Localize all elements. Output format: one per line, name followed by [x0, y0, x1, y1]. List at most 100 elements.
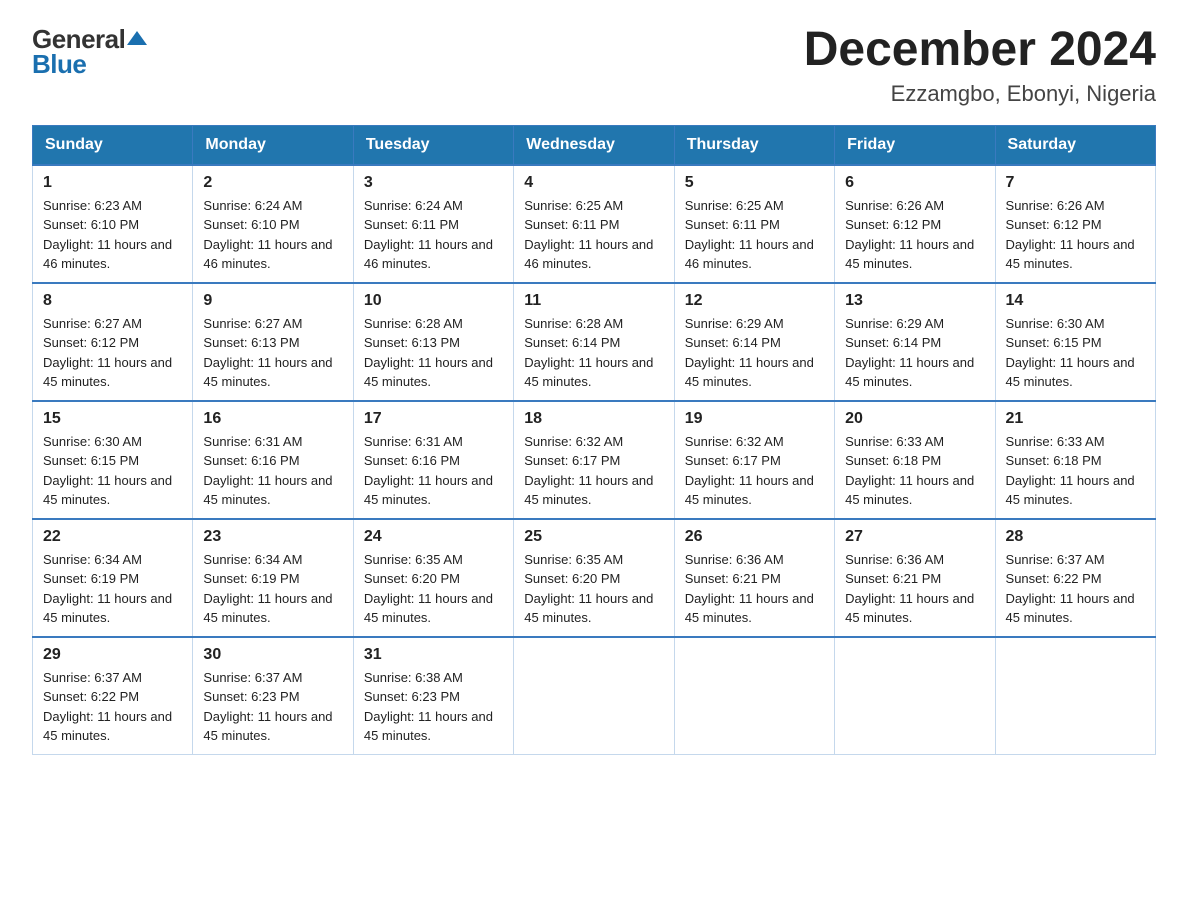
day-info: Sunrise: 6:32 AMSunset: 6:17 PMDaylight:…: [685, 434, 814, 508]
day-info: Sunrise: 6:27 AMSunset: 6:13 PMDaylight:…: [203, 316, 332, 390]
page-header: General Blue December 2024 Ezzamgbo, Ebo…: [32, 24, 1156, 107]
day-info: Sunrise: 6:32 AMSunset: 6:17 PMDaylight:…: [524, 434, 653, 508]
calendar-cell: 13 Sunrise: 6:29 AMSunset: 6:14 PMDaylig…: [835, 283, 995, 401]
day-info: Sunrise: 6:37 AMSunset: 6:23 PMDaylight:…: [203, 670, 332, 744]
calendar-cell: 21 Sunrise: 6:33 AMSunset: 6:18 PMDaylig…: [995, 401, 1155, 519]
day-info: Sunrise: 6:30 AMSunset: 6:15 PMDaylight:…: [1006, 316, 1135, 390]
calendar-cell: 26 Sunrise: 6:36 AMSunset: 6:21 PMDaylig…: [674, 519, 834, 637]
calendar-cell: [995, 637, 1155, 755]
day-number: 1: [43, 174, 182, 192]
day-info: Sunrise: 6:37 AMSunset: 6:22 PMDaylight:…: [1006, 552, 1135, 626]
day-info: Sunrise: 6:37 AMSunset: 6:22 PMDaylight:…: [43, 670, 172, 744]
day-number: 19: [685, 410, 824, 428]
day-number: 9: [203, 292, 342, 310]
weekday-header-tuesday: Tuesday: [353, 125, 513, 165]
day-info: Sunrise: 6:27 AMSunset: 6:12 PMDaylight:…: [43, 316, 172, 390]
calendar-cell: 12 Sunrise: 6:29 AMSunset: 6:14 PMDaylig…: [674, 283, 834, 401]
calendar-cell: 25 Sunrise: 6:35 AMSunset: 6:20 PMDaylig…: [514, 519, 674, 637]
day-info: Sunrise: 6:29 AMSunset: 6:14 PMDaylight:…: [685, 316, 814, 390]
day-info: Sunrise: 6:35 AMSunset: 6:20 PMDaylight:…: [524, 552, 653, 626]
day-number: 5: [685, 174, 824, 192]
day-number: 21: [1006, 410, 1145, 428]
calendar-cell: [835, 637, 995, 755]
day-number: 15: [43, 410, 182, 428]
weekday-header-sunday: Sunday: [33, 125, 193, 165]
day-number: 31: [364, 646, 503, 664]
day-number: 14: [1006, 292, 1145, 310]
day-number: 28: [1006, 528, 1145, 546]
day-number: 24: [364, 528, 503, 546]
calendar-cell: 28 Sunrise: 6:37 AMSunset: 6:22 PMDaylig…: [995, 519, 1155, 637]
logo-blue: Blue: [32, 49, 86, 80]
week-row-3: 15 Sunrise: 6:30 AMSunset: 6:15 PMDaylig…: [33, 401, 1156, 519]
calendar-cell: 7 Sunrise: 6:26 AMSunset: 6:12 PMDayligh…: [995, 165, 1155, 283]
day-info: Sunrise: 6:28 AMSunset: 6:14 PMDaylight:…: [524, 316, 653, 390]
day-number: 2: [203, 174, 342, 192]
day-info: Sunrise: 6:34 AMSunset: 6:19 PMDaylight:…: [43, 552, 172, 626]
day-info: Sunrise: 6:31 AMSunset: 6:16 PMDaylight:…: [364, 434, 493, 508]
day-info: Sunrise: 6:33 AMSunset: 6:18 PMDaylight:…: [845, 434, 974, 508]
weekday-header-friday: Friday: [835, 125, 995, 165]
calendar-cell: 31 Sunrise: 6:38 AMSunset: 6:23 PMDaylig…: [353, 637, 513, 755]
week-row-4: 22 Sunrise: 6:34 AMSunset: 6:19 PMDaylig…: [33, 519, 1156, 637]
calendar-cell: 19 Sunrise: 6:32 AMSunset: 6:17 PMDaylig…: [674, 401, 834, 519]
calendar-cell: 6 Sunrise: 6:26 AMSunset: 6:12 PMDayligh…: [835, 165, 995, 283]
day-number: 20: [845, 410, 984, 428]
day-number: 29: [43, 646, 182, 664]
weekday-header-saturday: Saturday: [995, 125, 1155, 165]
calendar-cell: 14 Sunrise: 6:30 AMSunset: 6:15 PMDaylig…: [995, 283, 1155, 401]
calendar-cell: 5 Sunrise: 6:25 AMSunset: 6:11 PMDayligh…: [674, 165, 834, 283]
day-number: 12: [685, 292, 824, 310]
day-info: Sunrise: 6:24 AMSunset: 6:11 PMDaylight:…: [364, 198, 493, 272]
day-number: 7: [1006, 174, 1145, 192]
calendar-cell: 30 Sunrise: 6:37 AMSunset: 6:23 PMDaylig…: [193, 637, 353, 755]
weekday-header-thursday: Thursday: [674, 125, 834, 165]
day-number: 18: [524, 410, 663, 428]
day-info: Sunrise: 6:31 AMSunset: 6:16 PMDaylight:…: [203, 434, 332, 508]
weekday-header-monday: Monday: [193, 125, 353, 165]
day-info: Sunrise: 6:26 AMSunset: 6:12 PMDaylight:…: [845, 198, 974, 272]
day-number: 6: [845, 174, 984, 192]
day-info: Sunrise: 6:30 AMSunset: 6:15 PMDaylight:…: [43, 434, 172, 508]
title-area: December 2024 Ezzamgbo, Ebonyi, Nigeria: [804, 24, 1156, 107]
calendar-cell: 23 Sunrise: 6:34 AMSunset: 6:19 PMDaylig…: [193, 519, 353, 637]
day-info: Sunrise: 6:38 AMSunset: 6:23 PMDaylight:…: [364, 670, 493, 744]
logo: General Blue: [32, 24, 147, 80]
week-row-2: 8 Sunrise: 6:27 AMSunset: 6:12 PMDayligh…: [33, 283, 1156, 401]
day-info: Sunrise: 6:35 AMSunset: 6:20 PMDaylight:…: [364, 552, 493, 626]
day-info: Sunrise: 6:34 AMSunset: 6:19 PMDaylight:…: [203, 552, 332, 626]
day-number: 13: [845, 292, 984, 310]
day-number: 16: [203, 410, 342, 428]
day-info: Sunrise: 6:26 AMSunset: 6:12 PMDaylight:…: [1006, 198, 1135, 272]
day-number: 3: [364, 174, 503, 192]
weekday-header-wednesday: Wednesday: [514, 125, 674, 165]
logo-triangle-icon: [127, 31, 147, 45]
day-info: Sunrise: 6:24 AMSunset: 6:10 PMDaylight:…: [203, 198, 332, 272]
day-info: Sunrise: 6:29 AMSunset: 6:14 PMDaylight:…: [845, 316, 974, 390]
calendar-table: SundayMondayTuesdayWednesdayThursdayFrid…: [32, 125, 1156, 755]
calendar-cell: 18 Sunrise: 6:32 AMSunset: 6:17 PMDaylig…: [514, 401, 674, 519]
day-number: 4: [524, 174, 663, 192]
day-info: Sunrise: 6:25 AMSunset: 6:11 PMDaylight:…: [524, 198, 653, 272]
day-info: Sunrise: 6:36 AMSunset: 6:21 PMDaylight:…: [845, 552, 974, 626]
calendar-cell: 2 Sunrise: 6:24 AMSunset: 6:10 PMDayligh…: [193, 165, 353, 283]
calendar-cell: 20 Sunrise: 6:33 AMSunset: 6:18 PMDaylig…: [835, 401, 995, 519]
location-subtitle: Ezzamgbo, Ebonyi, Nigeria: [804, 81, 1156, 107]
week-row-5: 29 Sunrise: 6:37 AMSunset: 6:22 PMDaylig…: [33, 637, 1156, 755]
day-number: 26: [685, 528, 824, 546]
calendar-cell: 17 Sunrise: 6:31 AMSunset: 6:16 PMDaylig…: [353, 401, 513, 519]
day-number: 8: [43, 292, 182, 310]
calendar-cell: 8 Sunrise: 6:27 AMSunset: 6:12 PMDayligh…: [33, 283, 193, 401]
calendar-cell: 3 Sunrise: 6:24 AMSunset: 6:11 PMDayligh…: [353, 165, 513, 283]
calendar-cell: 11 Sunrise: 6:28 AMSunset: 6:14 PMDaylig…: [514, 283, 674, 401]
day-info: Sunrise: 6:23 AMSunset: 6:10 PMDaylight:…: [43, 198, 172, 272]
calendar-cell: 16 Sunrise: 6:31 AMSunset: 6:16 PMDaylig…: [193, 401, 353, 519]
month-title: December 2024: [804, 24, 1156, 77]
calendar-cell: 22 Sunrise: 6:34 AMSunset: 6:19 PMDaylig…: [33, 519, 193, 637]
day-info: Sunrise: 6:28 AMSunset: 6:13 PMDaylight:…: [364, 316, 493, 390]
calendar-cell: 29 Sunrise: 6:37 AMSunset: 6:22 PMDaylig…: [33, 637, 193, 755]
calendar-cell: 10 Sunrise: 6:28 AMSunset: 6:13 PMDaylig…: [353, 283, 513, 401]
day-info: Sunrise: 6:33 AMSunset: 6:18 PMDaylight:…: [1006, 434, 1135, 508]
weekday-header-row: SundayMondayTuesdayWednesdayThursdayFrid…: [33, 125, 1156, 165]
calendar-cell: 15 Sunrise: 6:30 AMSunset: 6:15 PMDaylig…: [33, 401, 193, 519]
